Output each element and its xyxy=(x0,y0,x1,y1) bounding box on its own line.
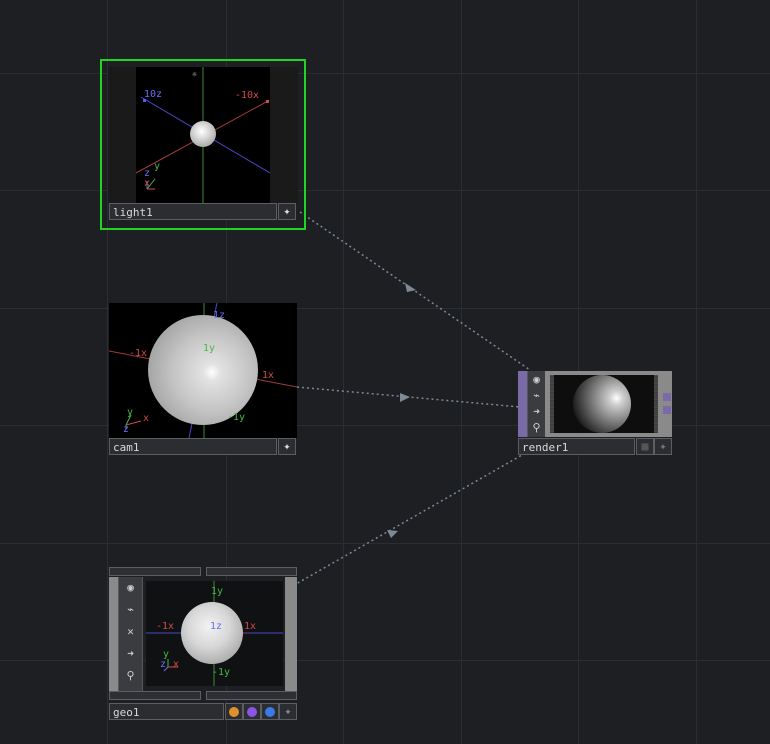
geo1-bottom-tab-left xyxy=(109,691,201,700)
clone-flag-icon[interactable]: ⚲ xyxy=(528,419,545,436)
geo1-material-dot-button[interactable] xyxy=(225,703,243,720)
geo1-top-tab-left xyxy=(109,567,201,576)
light1-axis-neg-z: 10z xyxy=(144,89,163,100)
node-light1[interactable]: ☼ 10z -10x y z x light1 ✦ xyxy=(100,59,306,230)
geo1-axis-z: 1z xyxy=(210,621,223,632)
render1-clone-icon[interactable]: ✦ xyxy=(654,438,672,455)
geo1-clone-icon[interactable]: ✦ xyxy=(279,703,297,720)
render-flag-icon[interactable]: ⌁ xyxy=(122,601,139,618)
node-render1[interactable]: ◉ ⌁ ➜ ⚲ render1 ■ ✦ xyxy=(518,371,672,456)
node-cam1[interactable]: -1x 1z 1y 1x -1y y x z cam1 ✦ xyxy=(109,303,297,456)
geo1-axis-neg-x: -1x xyxy=(156,621,175,632)
geo1-render-dot-button[interactable] xyxy=(243,703,261,720)
cam1-axis-neg-x: -1x xyxy=(129,348,148,359)
node-name-label: render1 xyxy=(522,441,569,454)
gnomon-x-label: x xyxy=(143,413,150,424)
orange-dot-icon xyxy=(229,707,239,717)
node-name-label: geo1 xyxy=(113,706,140,719)
cam1-axis-x: 1x xyxy=(262,370,275,381)
render1-viewer-toggle[interactable]: ■ xyxy=(636,438,654,455)
light1-axis-neg-x: -10x xyxy=(235,90,260,101)
node-geo1[interactable]: ◉ ⌁ ✕ ➜ ⚲ 1y -1x 1z 1x -1y y x z geo1 ✦ xyxy=(109,567,297,720)
viewer-flag-icon[interactable]: ◉ xyxy=(528,371,545,388)
light1-clone-icon[interactable]: ✦ xyxy=(278,203,296,220)
wire-light1-render1 xyxy=(299,211,531,371)
bypass-icon[interactable]: ✕ xyxy=(122,623,139,640)
gnomon-x-label: x xyxy=(144,178,151,189)
gnomon-y-label: y xyxy=(154,161,161,172)
geo1-axis-neg-y: -1y xyxy=(212,667,231,678)
render1-viewer[interactable] xyxy=(550,375,658,433)
light1-sphere xyxy=(190,121,216,147)
cam1-name-field[interactable]: cam1 xyxy=(109,438,277,455)
cam1-viewer[interactable]: -1x 1z 1y 1x -1y y x z xyxy=(109,303,297,438)
node-name-label: light1 xyxy=(113,206,153,219)
clone-icon[interactable]: ⚲ xyxy=(122,667,139,684)
geo1-viewer-frame-right xyxy=(285,577,297,691)
export-icon[interactable]: ➜ xyxy=(122,645,139,662)
purple-dot-icon xyxy=(247,707,257,717)
geo1-sphere xyxy=(181,602,243,664)
geo1-display-dot-button[interactable] xyxy=(261,703,279,720)
blue-dot-icon xyxy=(265,707,275,717)
geo1-axis-y: 1y xyxy=(211,586,224,597)
render1-name-field[interactable]: render1 xyxy=(518,438,635,455)
geo1-name-field[interactable]: geo1 xyxy=(109,703,224,720)
node-name-label: cam1 xyxy=(113,441,140,454)
wire-arrow-cam1 xyxy=(400,393,410,402)
geo1-bottom-tab-right xyxy=(206,691,297,700)
geo1-viewer[interactable]: 1y -1x 1z 1x -1y y x z xyxy=(146,581,283,686)
light-source-icon: ☼ xyxy=(192,70,197,79)
gnomon-z-label: z xyxy=(160,659,167,670)
render1-flag-panel: ◉ ⌁ ➜ ⚲ xyxy=(527,371,546,437)
render1-output-connector[interactable] xyxy=(662,371,672,437)
cam1-clone-icon[interactable]: ✦ xyxy=(278,438,296,455)
render1-sphere xyxy=(573,375,631,433)
geo1-top-tab-right xyxy=(206,567,297,576)
wire-arrow-geo1 xyxy=(387,530,398,538)
light1-viewer[interactable]: ☼ 10z -10x y z x xyxy=(136,67,270,203)
cam1-axis-z: 1z xyxy=(213,310,226,321)
wire-geo1-render1 xyxy=(288,454,523,589)
cam1-axis-neg-y: -1y xyxy=(227,412,246,423)
geo1-input-connector[interactable] xyxy=(109,577,118,691)
cam1-sphere xyxy=(148,315,258,425)
cam1-axis-y: 1y xyxy=(203,343,216,354)
render1-input-connector[interactable] xyxy=(518,371,527,437)
export-flag-icon[interactable]: ➜ xyxy=(528,403,545,420)
gnomon-y-label: y xyxy=(127,407,134,418)
wire-arrow-light1 xyxy=(405,283,416,292)
gnomon-z-label: z xyxy=(123,424,130,435)
geo1-flag-panel: ◉ ⌁ ✕ ➜ ⚲ xyxy=(118,577,143,691)
cook-flag-icon[interactable]: ⌁ xyxy=(528,387,545,404)
geo1-axis-x: 1x xyxy=(244,621,257,632)
gnomon-x-label: x xyxy=(173,659,180,670)
display-flag-icon[interactable]: ◉ xyxy=(122,579,139,596)
light1-name-field[interactable]: light1 xyxy=(109,203,277,220)
